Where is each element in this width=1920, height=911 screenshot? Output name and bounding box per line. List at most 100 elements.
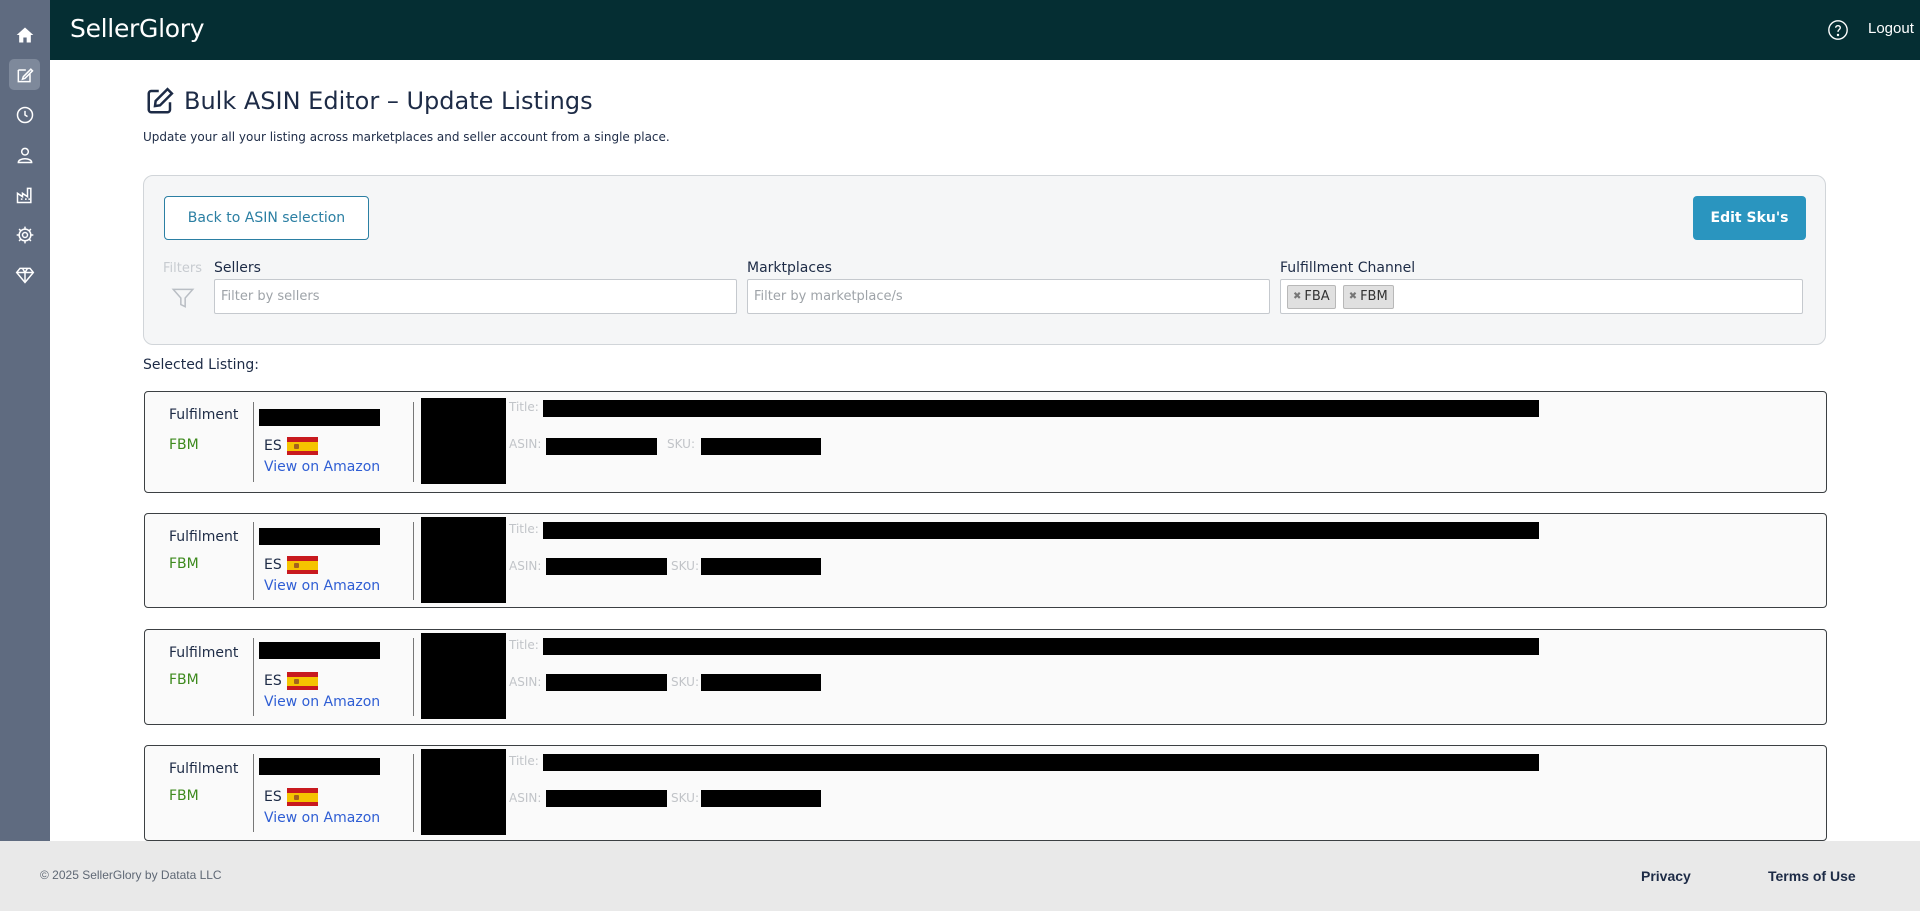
- asin-label: ASIN:: [509, 437, 542, 451]
- back-to-asin-selection-button[interactable]: Back to ASIN selection: [164, 196, 369, 240]
- redacted-sku: [701, 674, 821, 691]
- divider: [253, 522, 254, 600]
- spain-flag-icon: [286, 437, 318, 455]
- asin-label: ASIN:: [509, 791, 542, 805]
- terms-of-use-link[interactable]: Terms of Use: [1768, 868, 1856, 884]
- spain-flag-icon: [286, 672, 318, 690]
- marketplace-country: ES: [264, 437, 318, 455]
- edit-icon: [147, 87, 174, 114]
- fulfillment-tag-fbm: ✖ FBM: [1342, 284, 1394, 309]
- redacted-title: [543, 754, 1539, 771]
- fulfillment-filter: Fulfillment Channel ✖ FBA ✖ FBM: [1280, 260, 1803, 314]
- sellers-filter: Sellers: [214, 260, 737, 314]
- marketplace-country: ES: [264, 672, 318, 690]
- home-icon: [16, 27, 33, 42]
- fulfilment-label: Fulfilment: [169, 529, 239, 545]
- edit-skus-button[interactable]: Edit Sku's: [1693, 196, 1806, 240]
- page-title-block: Bulk ASIN Editor – Update Listings: [145, 86, 593, 116]
- help-icon[interactable]: [1827, 19, 1849, 41]
- sidebar-item-bulk-editor[interactable]: [9, 59, 40, 90]
- clock-icon: [16, 106, 33, 123]
- factory-icon: [16, 187, 32, 203]
- remove-tag-icon[interactable]: ✖: [1349, 291, 1357, 302]
- page-title: Bulk ASIN Editor – Update Listings: [184, 87, 593, 115]
- sidebar-item-premium[interactable]: [9, 259, 40, 290]
- fulfillment-label: Fulfillment Channel: [1280, 260, 1416, 276]
- spain-flag-icon: [286, 556, 318, 574]
- fulfilment-channel: FBM: [169, 788, 199, 804]
- fulfillment-tag-fba: ✖ FBA: [1287, 284, 1336, 309]
- marketplaces-filter-box: [747, 279, 1270, 314]
- diamond-icon: [15, 267, 34, 284]
- divider: [253, 638, 254, 716]
- sidebar: [0, 0, 50, 841]
- redacted-asin: [546, 790, 667, 807]
- view-on-amazon-link[interactable]: View on Amazon: [264, 459, 380, 475]
- title-label: Title:: [509, 400, 539, 414]
- asin-label: ASIN:: [509, 675, 542, 689]
- spain-flag-icon: [286, 788, 318, 806]
- sku-label: SKU:: [671, 791, 699, 805]
- brand-logo[interactable]: SellerGlory: [70, 14, 205, 43]
- redacted-product-image: [421, 749, 506, 835]
- sidebar-item-home[interactable]: [9, 19, 40, 50]
- marketplaces-label: Marktplaces: [747, 260, 832, 276]
- title-label: Title:: [509, 522, 539, 536]
- fulfilment-label: Fulfilment: [169, 761, 239, 777]
- sku-label: SKU:: [671, 675, 699, 689]
- sellers-input[interactable]: [221, 289, 736, 304]
- redacted-sku: [701, 790, 821, 807]
- sidebar-item-settings[interactable]: [9, 219, 40, 250]
- sku-label: SKU:: [671, 559, 699, 573]
- redacted-product-image: [421, 517, 506, 603]
- asin-label: ASIN:: [509, 559, 542, 573]
- fulfilment-label: Fulfilment: [169, 645, 239, 661]
- redacted-title: [543, 522, 1539, 539]
- redacted-seller: [259, 642, 380, 659]
- sidebar-item-history[interactable]: [9, 99, 40, 130]
- privacy-link[interactable]: Privacy: [1641, 868, 1691, 884]
- page-subtitle: Update your all your listing across mark…: [143, 130, 670, 144]
- divider: [413, 638, 414, 716]
- copyright-text: © 2025 SellerGlory by Datata LLC: [40, 868, 222, 882]
- sellers-filter-box: [214, 279, 737, 314]
- logout-link[interactable]: Logout: [1868, 20, 1914, 37]
- sidebar-item-reports[interactable]: [9, 179, 40, 210]
- sku-label: SKU:: [667, 437, 695, 451]
- redacted-title: [543, 400, 1539, 417]
- divider: [413, 522, 414, 600]
- view-on-amazon-link[interactable]: View on Amazon: [264, 694, 380, 710]
- fulfilment-channel: FBM: [169, 556, 199, 572]
- redacted-product-image: [421, 633, 506, 719]
- redacted-title: [543, 638, 1539, 655]
- marketplace-country: ES: [264, 556, 318, 574]
- remove-tag-icon[interactable]: ✖: [1293, 291, 1301, 302]
- redacted-product-image: [421, 398, 506, 484]
- redacted-seller: [259, 409, 380, 426]
- footer: © 2025 SellerGlory by Datata LLC Privacy…: [0, 841, 1920, 911]
- top-bar: SellerGlory Logout: [50, 0, 1920, 60]
- fulfilment-channel: FBM: [169, 437, 199, 453]
- view-on-amazon-link[interactable]: View on Amazon: [264, 578, 380, 594]
- view-on-amazon-link[interactable]: View on Amazon: [264, 810, 380, 826]
- redacted-asin: [546, 674, 667, 691]
- marketplaces-input[interactable]: [754, 289, 1269, 304]
- selected-listing-label: Selected Listing:: [143, 357, 259, 373]
- filter-panel: Back to ASIN selection Edit Sku's Filter…: [143, 175, 1826, 345]
- redacted-asin: [546, 558, 667, 575]
- fulfilment-label: Fulfilment: [169, 407, 239, 423]
- funnel-icon: [171, 288, 195, 308]
- redacted-seller: [259, 528, 380, 545]
- filters-label: Filters: [163, 261, 202, 276]
- marketplaces-filter: Marktplaces: [747, 260, 1270, 314]
- fulfillment-filter-box[interactable]: ✖ FBA ✖ FBM: [1280, 279, 1803, 314]
- title-label: Title:: [509, 754, 539, 768]
- title-label: Title:: [509, 638, 539, 652]
- listing-card: Fulfilment FBM ES View on Amazon Title: …: [144, 629, 1827, 725]
- listing-card: Fulfilment FBM ES View on Amazon Title: …: [144, 513, 1827, 608]
- fulfilment-channel: FBM: [169, 672, 199, 688]
- listing-card: Fulfilment FBM ES View on Amazon Title: …: [144, 745, 1827, 841]
- sidebar-item-account[interactable]: [9, 139, 40, 170]
- gear-icon: [16, 226, 33, 243]
- sellers-label: Sellers: [214, 260, 261, 276]
